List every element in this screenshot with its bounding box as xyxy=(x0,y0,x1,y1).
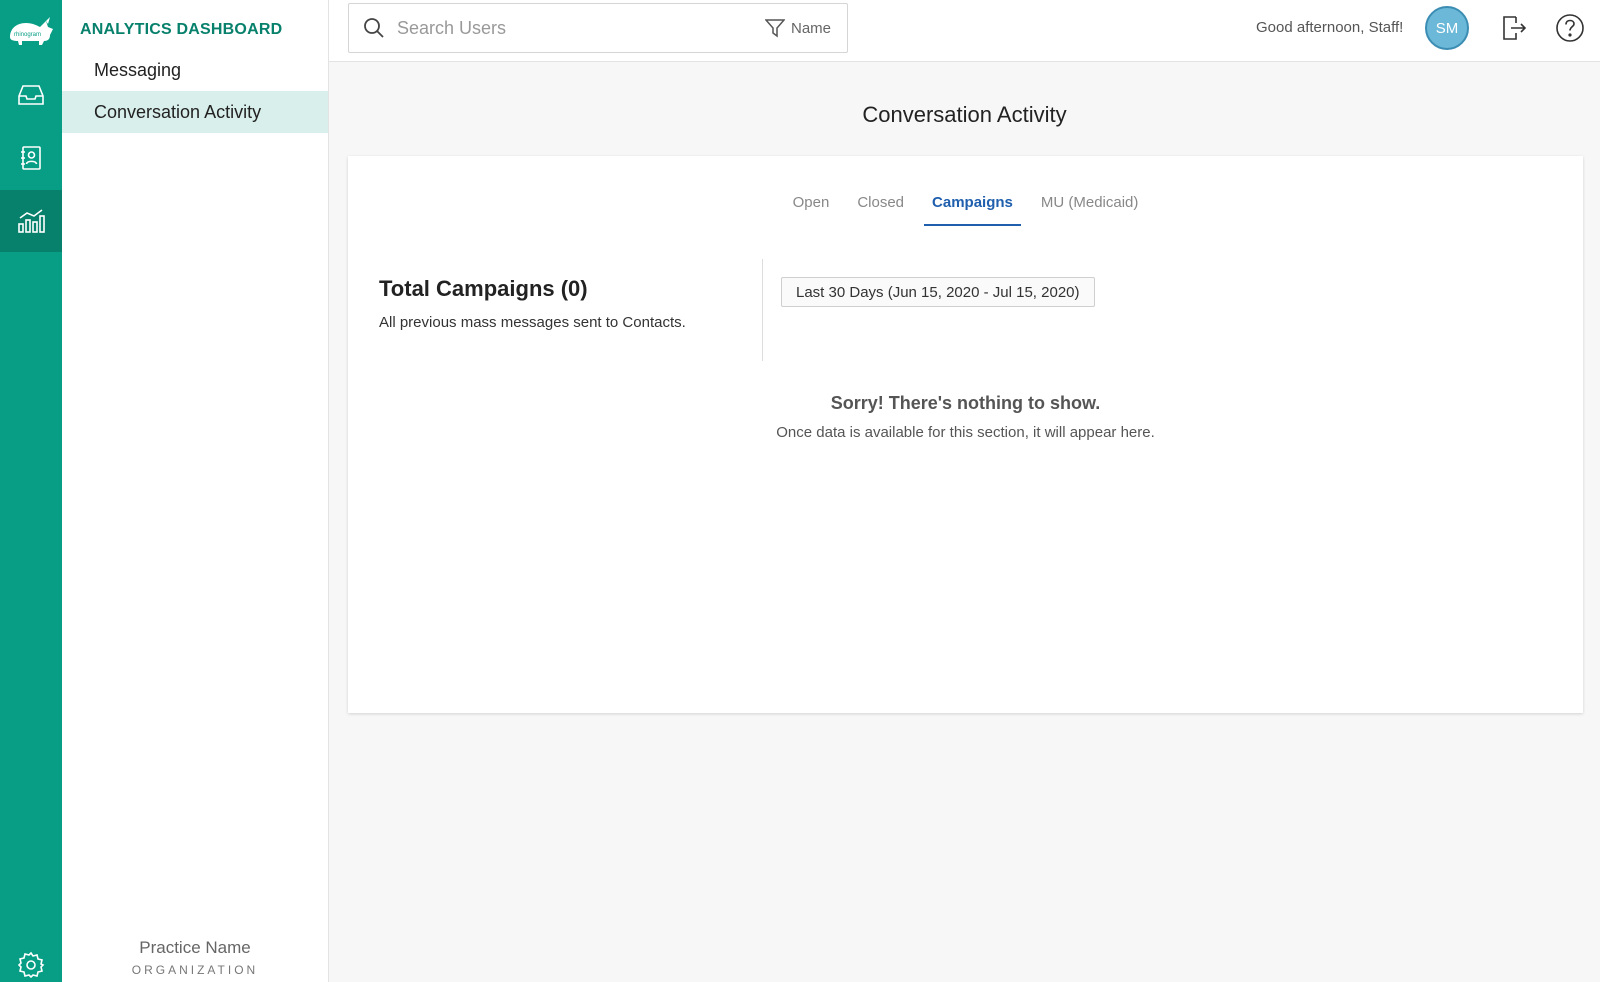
tab-campaigns[interactable]: Campaigns xyxy=(918,192,1027,226)
search-filter-dropdown[interactable]: Name xyxy=(764,4,831,52)
sidebar: ANALYTICS DASHBOARD Messaging Conversati… xyxy=(62,0,329,982)
analytics-nav-button[interactable] xyxy=(0,190,62,252)
filter-icon xyxy=(764,19,785,38)
logout-icon[interactable] xyxy=(1498,13,1528,43)
summary-subtitle: All previous mass messages sent to Conta… xyxy=(379,314,686,331)
icon-rail: rhinogram xyxy=(0,0,62,982)
search-icon xyxy=(364,18,384,38)
rhinogram-logo[interactable]: rhinogram xyxy=(0,10,62,52)
summary-title: Total Campaigns (0) xyxy=(379,276,588,301)
search-input[interactable] xyxy=(397,17,757,39)
search-bar: Name xyxy=(348,3,848,53)
empty-state-title: Sorry! There's nothing to show. xyxy=(830,393,1101,413)
gear-icon xyxy=(17,951,45,979)
tab-bar: Open Closed Campaigns MU (Medicaid) xyxy=(348,192,1583,226)
sidebar-item-conversation-activity[interactable]: Conversation Activity xyxy=(62,91,328,133)
inbox-icon xyxy=(18,85,44,105)
empty-state-subtitle: Once data is available for this section,… xyxy=(776,424,1155,441)
tab-closed[interactable]: Closed xyxy=(843,192,918,226)
organization-label: ORGANIZATION xyxy=(131,963,259,977)
date-range-button[interactable]: Last 30 Days (Jun 15, 2020 - Jul 15, 202… xyxy=(781,277,1095,307)
filter-label: Name xyxy=(790,19,831,37)
sidebar-section-title: ANALYTICS DASHBOARD xyxy=(80,21,283,38)
top-header: Name Good afternoon, Staff! SM xyxy=(329,0,1600,62)
user-avatar[interactable]: SM xyxy=(1425,6,1469,50)
tab-mu-medicaid[interactable]: MU (Medicaid) xyxy=(1027,192,1153,226)
practice-name: Practice Name xyxy=(139,938,251,957)
greeting-text: Good afternoon, Staff! xyxy=(1256,19,1404,36)
page-title: Conversation Activity xyxy=(862,102,1067,127)
tab-open[interactable]: Open xyxy=(779,192,844,226)
contacts-nav-button[interactable] xyxy=(0,127,62,189)
content-card: Open Closed Campaigns MU (Medicaid) Tota… xyxy=(348,156,1583,713)
contacts-icon xyxy=(21,146,41,170)
help-icon[interactable] xyxy=(1554,12,1586,44)
sidebar-item-messaging[interactable]: Messaging xyxy=(62,49,328,91)
settings-nav-button[interactable] xyxy=(0,948,62,982)
logo-text: rhinogram xyxy=(14,32,41,38)
vertical-divider xyxy=(762,259,763,361)
inbox-nav-button[interactable] xyxy=(0,64,62,126)
analytics-icon xyxy=(18,209,45,233)
